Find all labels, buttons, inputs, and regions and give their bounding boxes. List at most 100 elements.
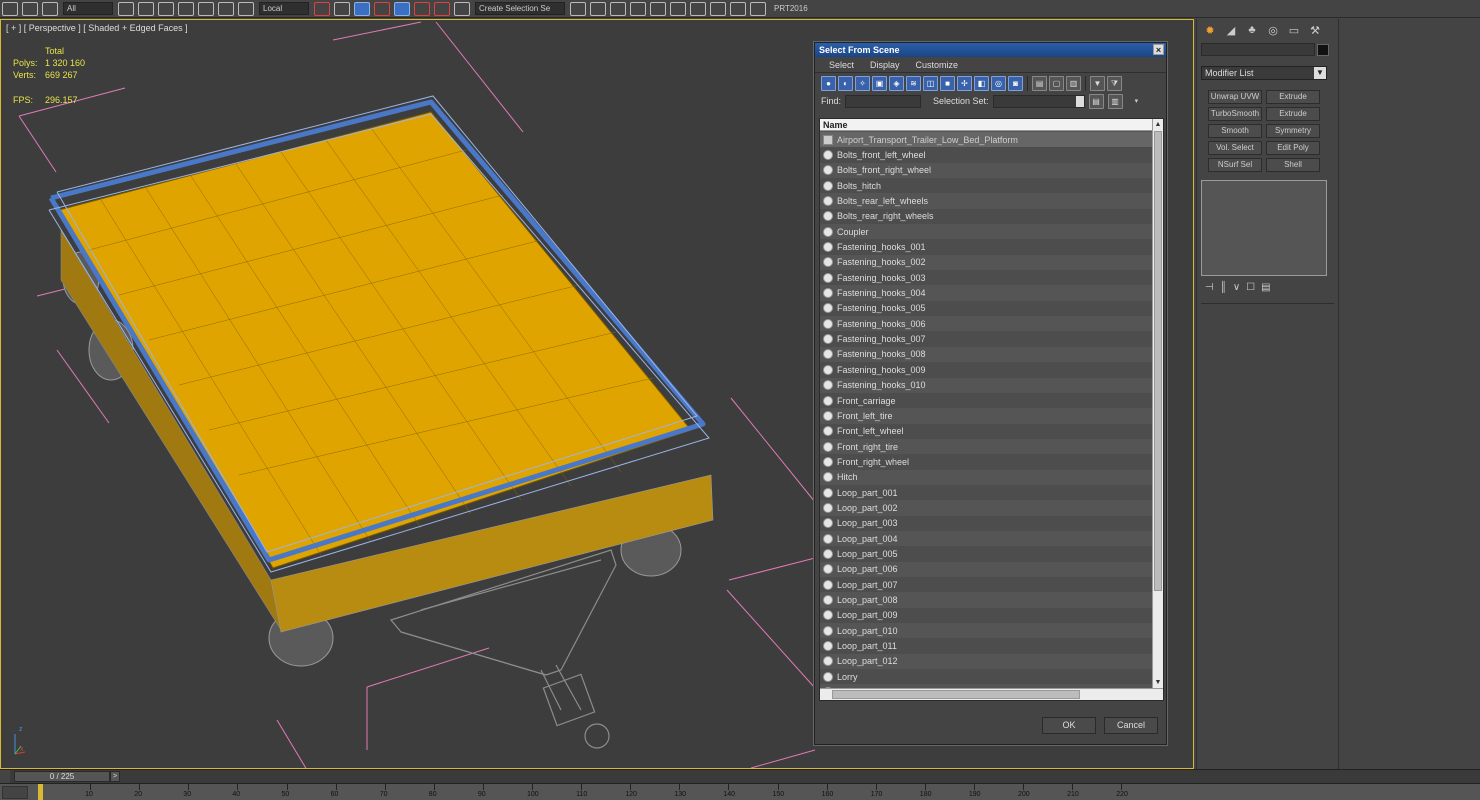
list-item[interactable]: Fastening_hooks_005	[820, 300, 1153, 317]
track-bar[interactable]: 10 20 30 40 50 60 70 80 90 100 110 120 130 140 150 160 1…	[0, 783, 1480, 800]
modifier-button[interactable]: Unwrap UVW	[1208, 90, 1262, 104]
menu-display[interactable]: Display	[870, 60, 900, 70]
scale-icon[interactable]	[238, 1, 254, 16]
move-icon[interactable]	[198, 1, 214, 16]
frame-counter[interactable]: 0 / 225	[14, 771, 110, 782]
list-item[interactable]: Bolts_front_left_wheel	[820, 147, 1153, 163]
scene-object-list[interactable]: Name Airport_Transport_Trailer_Low_Bed_P…	[819, 118, 1164, 701]
edit-selection-set-icon[interactable]: ▥	[1107, 93, 1123, 109]
menu-customize[interactable]: Customize	[916, 60, 959, 70]
show-end-result-icon[interactable]: ║	[1220, 282, 1227, 293]
selection-set-dropdown[interactable]	[992, 94, 1085, 108]
display-containers-icon[interactable]: ◧	[974, 75, 989, 91]
render-production-icon[interactable]	[750, 1, 766, 16]
edit-named-selection-icon[interactable]	[454, 1, 470, 16]
menu-select[interactable]: Select	[829, 60, 854, 70]
modifier-list-dropdown[interactable]: Modifier List ▼	[1201, 66, 1327, 80]
link-icon[interactable]	[2, 1, 18, 16]
list-item[interactable]: Lorry	[820, 669, 1153, 685]
list-item[interactable]: Fastening_hooks_007	[820, 331, 1153, 347]
modifier-button[interactable]: Extrude	[1266, 107, 1320, 121]
modifier-button[interactable]: TurboSmooth	[1208, 107, 1262, 121]
snaps-toggle-icon[interactable]	[374, 1, 390, 16]
list-item[interactable]: Loop_part_009	[820, 607, 1153, 623]
list-item[interactable]: Bolts_rear_left_wheels	[820, 193, 1153, 209]
list-item[interactable]: Front_left_tire	[820, 408, 1153, 424]
selection-filter-dropdown[interactable]: All	[63, 2, 113, 15]
make-unique-icon[interactable]: ∨	[1233, 282, 1240, 293]
filter-options-icon[interactable]: ⧩	[1107, 75, 1122, 91]
unlink-icon[interactable]	[22, 1, 38, 16]
modifier-button[interactable]: Symmetry	[1266, 124, 1320, 138]
object-color-swatch[interactable]	[1317, 44, 1329, 56]
bind-spacewarp-icon[interactable]	[42, 1, 58, 16]
display-bones-icon[interactable]: ✢	[957, 75, 972, 91]
list-item[interactable]: Loop_part_004	[820, 530, 1153, 547]
scroll-up-icon[interactable]: ▲	[1153, 119, 1163, 130]
dialog-titlebar[interactable]: Select From Scene ×	[815, 43, 1166, 57]
open-mini-curve-editor-icon[interactable]	[2, 786, 28, 799]
manipulate-icon[interactable]	[334, 1, 350, 16]
pivot-center-icon[interactable]	[314, 1, 330, 16]
display-shapes-icon[interactable]: ◐	[838, 75, 853, 91]
remove-modifier-icon[interactable]: ☐	[1246, 282, 1255, 293]
list-item[interactable]: Fastening_hooks_006	[820, 316, 1153, 332]
modifier-button[interactable]: Extrude	[1266, 90, 1320, 104]
modifier-button[interactable]: Vol. Select	[1208, 141, 1262, 155]
hierarchy-tab-icon[interactable]: ♣	[1243, 22, 1261, 38]
viewport-label[interactable]: [ + ] [ Perspective ] [ Shaded + Edged F…	[6, 23, 188, 33]
display-frozen-icon[interactable]: ◎	[991, 75, 1006, 91]
next-frame-icon[interactable]: >	[110, 771, 120, 782]
list-item[interactable]: Bolts_hitch	[820, 178, 1153, 194]
display-groups-icon[interactable]: ◫	[923, 75, 938, 91]
display-xrefs-icon[interactable]: ■	[940, 75, 955, 91]
modifier-button[interactable]: Shell	[1266, 158, 1320, 172]
list-item[interactable]: Front_carriage	[820, 392, 1153, 409]
list-item[interactable]: Loop_part_010	[820, 623, 1153, 639]
configure-sets-icon[interactable]: ▤	[1261, 282, 1270, 293]
list-item[interactable]: Loop_part_005	[820, 546, 1153, 562]
scroll-down-icon[interactable]: ▼	[1153, 677, 1163, 688]
rendered-frame-icon[interactable]	[730, 1, 746, 16]
list-item[interactable]: Fastening_hooks_008	[820, 346, 1153, 363]
layer-explorer-icon[interactable]	[610, 1, 626, 16]
list-item[interactable]: Loop_part_003	[820, 515, 1153, 531]
rotate-icon[interactable]	[218, 1, 234, 16]
list-item[interactable]: Fastening_hooks_002	[820, 254, 1153, 271]
render-setup-icon[interactable]	[710, 1, 726, 16]
angle-snap-icon[interactable]	[394, 1, 410, 16]
pin-stack-icon[interactable]: ⊣	[1205, 282, 1214, 293]
select-all-icon[interactable]: ▤	[1032, 75, 1047, 91]
ok-button[interactable]: OK	[1042, 717, 1096, 734]
toggle-ribbon-icon[interactable]	[630, 1, 646, 16]
list-item[interactable]: Loop_part_012	[820, 653, 1153, 670]
cancel-button[interactable]: Cancel	[1104, 717, 1158, 734]
list-item[interactable]: Loop_part_001	[820, 484, 1153, 501]
list-item[interactable]: Fastening_hooks_001	[820, 239, 1153, 255]
reference-coord-dropdown[interactable]: Local	[259, 2, 309, 15]
schematic-view-icon[interactable]	[670, 1, 686, 16]
create-tab-icon[interactable]: ✹	[1201, 22, 1219, 38]
options-chevron-icon[interactable]: ▾	[1135, 97, 1139, 105]
motion-tab-icon[interactable]: ◎	[1264, 22, 1282, 38]
align-icon[interactable]	[590, 1, 606, 16]
display-spacewarps-icon[interactable]: ≋	[906, 75, 921, 91]
display-lights-icon[interactable]: ✧	[855, 75, 870, 91]
list-item[interactable]: Fastening_hooks_004	[820, 285, 1153, 301]
find-input[interactable]	[845, 94, 922, 108]
scroll-thumb[interactable]	[1154, 131, 1162, 591]
window-crossing-icon[interactable]	[178, 1, 194, 16]
curve-editor-icon[interactable]	[650, 1, 666, 16]
list-item[interactable]: Loop_part_011	[820, 638, 1153, 654]
list-item[interactable]: Front_right_tire	[820, 438, 1153, 455]
list-item[interactable]: Bolts_rear_right_wheels	[820, 208, 1153, 225]
modifier-button[interactable]: Edit Poly	[1266, 141, 1320, 155]
percent-snap-icon[interactable]	[414, 1, 430, 16]
list-item[interactable]: Loop_part_007	[820, 576, 1153, 593]
list-item[interactable]: Fastening_hooks_009	[820, 362, 1153, 378]
list-item[interactable]: Loop_part_008	[820, 592, 1153, 608]
keyboard-shortcut-override-icon[interactable]	[354, 1, 370, 16]
column-header-name[interactable]: Name	[820, 119, 1153, 131]
select-none-icon[interactable]: ▢	[1049, 75, 1064, 91]
modify-tab-icon[interactable]: ◢	[1222, 22, 1240, 38]
